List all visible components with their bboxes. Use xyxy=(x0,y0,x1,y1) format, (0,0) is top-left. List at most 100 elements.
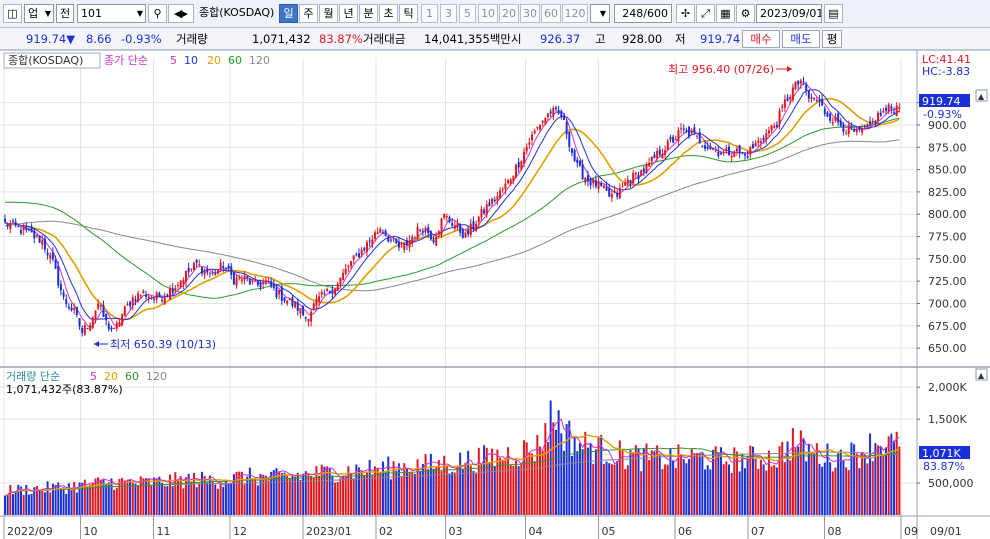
grid-icon[interactable]: ▦ xyxy=(716,4,735,23)
interval-20[interactable]: 20 xyxy=(499,4,519,23)
period-minute[interactable]: 분 xyxy=(359,4,378,23)
period-week[interactable]: 주 xyxy=(299,4,318,23)
market-mode-button[interactable]: 전 xyxy=(56,4,74,23)
candle-body xyxy=(166,294,169,297)
volume-axis-label: 2,000K xyxy=(928,381,967,394)
candle-body xyxy=(59,284,62,291)
calendar-icon[interactable]: ▤ xyxy=(824,4,843,23)
market-select[interactable]: 업 ▼ xyxy=(24,4,54,23)
volume-bar xyxy=(275,468,278,515)
volume-bar xyxy=(562,450,565,515)
candle-body xyxy=(113,328,116,330)
candle-body xyxy=(573,149,576,161)
sell-button[interactable]: 매도 xyxy=(782,30,820,48)
candle-body xyxy=(536,126,539,129)
layout-icon[interactable]: ◫ xyxy=(3,4,22,23)
count-field[interactable]: 248/600 xyxy=(614,4,672,23)
volume-bar xyxy=(174,472,177,515)
interval-30[interactable]: 30 xyxy=(520,4,540,23)
candle-body xyxy=(451,223,454,226)
volume-bar xyxy=(608,463,611,515)
volume-bar xyxy=(432,468,435,515)
candle-body xyxy=(730,155,733,158)
interval-3[interactable]: 3 xyxy=(440,4,457,23)
candle-body xyxy=(41,240,44,245)
interval-1[interactable]: 1 xyxy=(421,4,438,23)
volume-bar xyxy=(512,465,515,515)
volume-bar xyxy=(850,442,853,515)
volume-bar xyxy=(882,455,885,515)
market-select-value: 업 xyxy=(28,7,39,20)
volume-bar xyxy=(823,462,826,515)
candle-body xyxy=(264,280,267,283)
candle-body xyxy=(331,289,334,294)
candle-body xyxy=(810,96,813,99)
crosshair-icon[interactable]: ✢ xyxy=(676,4,695,23)
period-tick[interactable]: 틱 xyxy=(399,4,418,23)
candle-body xyxy=(307,319,310,322)
volume-bar xyxy=(765,470,768,515)
candle-body xyxy=(25,227,28,230)
buy-button[interactable]: 매수 xyxy=(742,30,780,48)
chart-toolbar: ◫ 업 ▼ 전 101 ▼ ⚲ ◀▸ 종합(KOSDAQ) 일 주 월 년 분 초 … xyxy=(0,0,990,28)
period-day[interactable]: 일 xyxy=(279,4,298,23)
interval-120[interactable]: 120 xyxy=(562,4,588,23)
volume-bar xyxy=(783,462,786,515)
search-icon[interactable]: ⚲ xyxy=(148,4,167,23)
volume-bar xyxy=(254,477,257,515)
price-volume-chart[interactable]: 종합(KOSDAQ) 종가 단순 5 10 20 60 120 LC:41.41… xyxy=(0,50,990,539)
volume-bar xyxy=(738,471,741,515)
candle-body xyxy=(475,224,478,232)
candle-body xyxy=(206,268,209,273)
high-label: 고 xyxy=(595,32,606,46)
candle-body xyxy=(893,111,896,113)
candle-body xyxy=(781,106,784,108)
price-legend-5: 5 xyxy=(170,54,177,67)
candle-body xyxy=(184,270,187,282)
candle-body xyxy=(177,285,180,287)
candle-body xyxy=(597,180,600,189)
interval-select[interactable]: ▼ xyxy=(590,4,610,23)
volume-bar xyxy=(30,493,33,515)
interval-5[interactable]: 5 xyxy=(459,4,476,23)
compare-icon[interactable]: ⤢ xyxy=(696,4,715,23)
candle-body xyxy=(232,272,235,285)
candle-body xyxy=(243,275,246,280)
speaker-icon[interactable]: ◀▸ xyxy=(168,4,194,23)
volume-bar xyxy=(411,472,414,515)
gear-icon[interactable]: ⚙ xyxy=(736,4,755,23)
candle-body xyxy=(469,223,472,235)
candle-body xyxy=(102,305,105,317)
candle-body xyxy=(512,176,515,181)
candle-body xyxy=(142,290,145,294)
period-year[interactable]: 년 xyxy=(339,4,358,23)
interval-60[interactable]: 60 xyxy=(541,4,561,23)
interval-10[interactable]: 10 xyxy=(478,4,498,23)
candle-body xyxy=(791,87,794,101)
avg-button[interactable]: 평 xyxy=(822,30,842,48)
volume-bar xyxy=(179,476,182,515)
volume-bar xyxy=(826,443,829,515)
period-second[interactable]: 초 xyxy=(379,4,398,23)
amount-label: 거래대금 xyxy=(363,32,406,46)
candle-body xyxy=(89,325,92,331)
candle-body xyxy=(467,229,470,235)
date-field[interactable]: 2023/09/01 xyxy=(756,4,822,23)
candle-body xyxy=(879,112,882,116)
candle-body xyxy=(464,232,467,238)
candle-body xyxy=(600,183,603,187)
candle-body xyxy=(733,152,736,157)
candle-body xyxy=(326,288,329,292)
volume-bar xyxy=(501,459,504,515)
candle-body xyxy=(549,111,552,114)
volume-bar xyxy=(14,491,17,515)
candle-body xyxy=(839,120,842,127)
candle-body xyxy=(344,268,347,274)
candle-body xyxy=(65,299,68,304)
code-input[interactable]: 101 ▼ xyxy=(77,4,146,23)
period-month[interactable]: 월 xyxy=(319,4,338,23)
volume-bar xyxy=(299,479,302,515)
volume-bar xyxy=(94,478,97,515)
volume-bar xyxy=(839,449,842,515)
volume-bar xyxy=(280,473,283,515)
